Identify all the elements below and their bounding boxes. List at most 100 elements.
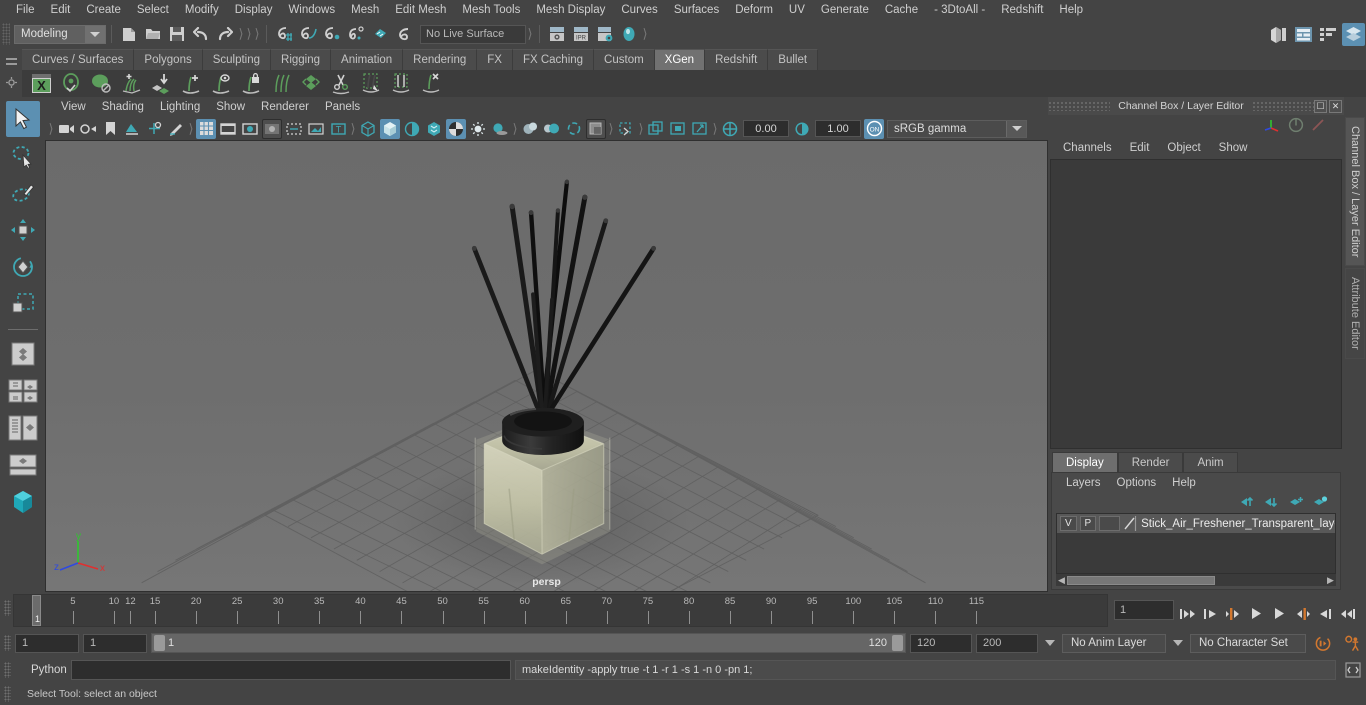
xgen-add-guide-icon[interactable]: [178, 71, 205, 97]
viewport-menu-panels[interactable]: Panels: [317, 101, 368, 113]
menu-set-selector[interactable]: Modeling: [14, 24, 106, 44]
close-icon[interactable]: ✕: [1329, 99, 1342, 113]
attribute-editor-icon[interactable]: [1292, 23, 1315, 46]
viewport-menu-shading[interactable]: Shading: [94, 101, 152, 113]
save-scene-icon[interactable]: [166, 23, 188, 45]
range-end-handle[interactable]: [892, 635, 903, 651]
layer-playback-toggle[interactable]: P: [1079, 516, 1097, 531]
isolate-select-icon[interactable]: [564, 119, 584, 139]
view-transform-icon[interactable]: [690, 119, 710, 139]
range-slider[interactable]: 1 120: [151, 633, 906, 653]
time-slider-grip[interactable]: [4, 600, 11, 616]
film-gate-icon[interactable]: [218, 119, 238, 139]
ipr-render-icon[interactable]: IPR: [570, 23, 592, 45]
go-to-start-icon[interactable]: [1178, 604, 1197, 623]
grid-toggle-icon[interactable]: [196, 118, 216, 139]
play-forwards-icon[interactable]: [1270, 604, 1289, 623]
scroll-left-arrow-icon[interactable]: ◀: [1056, 575, 1067, 586]
color-management-selector[interactable]: sRGB gamma: [887, 119, 1027, 138]
step-forward-frame-icon[interactable]: [1316, 604, 1335, 623]
range-start-handle[interactable]: [154, 635, 165, 651]
channel-box-menu-edit[interactable]: Edit: [1121, 142, 1159, 154]
snap-to-point-icon[interactable]: [321, 23, 343, 45]
bookmark-icon[interactable]: [100, 119, 120, 139]
auto-keyframe-icon[interactable]: [1314, 634, 1332, 652]
status-line-grip[interactable]: [2, 23, 10, 45]
go-to-end-icon[interactable]: [1339, 604, 1358, 623]
shelf-options-gear-icon[interactable]: [5, 76, 17, 88]
menu-item-deform[interactable]: Deform: [727, 0, 781, 20]
layer-name[interactable]: Stick_Air_Freshener_Transparent_laye: [1141, 518, 1335, 530]
menu-item-display[interactable]: Display: [227, 0, 281, 20]
animation-start-field[interactable]: 1: [15, 633, 79, 653]
new-layer-from-selected-icon[interactable]: [1313, 495, 1328, 511]
shelf-tab-animation[interactable]: Animation: [331, 49, 404, 70]
xgen-guide-icon[interactable]: [88, 71, 115, 97]
xgen-lock-guide-icon[interactable]: [238, 71, 265, 97]
layer-tab-anim[interactable]: Anim: [1183, 452, 1238, 472]
command-language-label[interactable]: Python: [15, 664, 67, 676]
lighting-icon[interactable]: [468, 119, 488, 139]
shelf-tab-sculpting[interactable]: Sculpting: [202, 49, 272, 70]
menu-item-redshift[interactable]: Redshift: [993, 0, 1051, 20]
four-pane-layout-icon[interactable]: [6, 373, 40, 409]
shelf-tab-xgen[interactable]: XGen: [654, 49, 706, 70]
range-start-field[interactable]: 1: [83, 633, 147, 653]
xgen-add-density-icon[interactable]: [118, 71, 145, 97]
layer-tab-display[interactable]: Display: [1052, 452, 1118, 472]
tool-settings-icon[interactable]: [1317, 23, 1340, 46]
menu-item-mesh[interactable]: Mesh: [343, 0, 387, 20]
two-d-pan-zoom-icon[interactable]: [144, 119, 164, 139]
xgen-noise-icon[interactable]: [388, 71, 415, 97]
xgen-sculpt-icon[interactable]: [358, 71, 385, 97]
shelf-tab-polygons[interactable]: Polygons: [134, 49, 203, 70]
persp-viewport[interactable]: persp y x z: [45, 140, 1048, 592]
animation-preferences-icon[interactable]: [1344, 634, 1362, 652]
command-line-grip[interactable]: [4, 662, 11, 678]
scroll-right-arrow-icon[interactable]: ▶: [1325, 575, 1336, 586]
camera-attributes-icon[interactable]: [78, 119, 98, 139]
side-tab-attribute-editor[interactable]: Attribute Editor: [1345, 268, 1365, 360]
exposure-field[interactable]: 0.00: [743, 120, 789, 137]
image-plane-icon[interactable]: [122, 119, 142, 139]
channel-box-content[interactable]: [1050, 159, 1342, 449]
xray-joints-icon[interactable]: [616, 119, 636, 139]
range-end-field[interactable]: 120: [910, 633, 972, 653]
resolution-gate-icon[interactable]: [240, 119, 260, 139]
command-input[interactable]: [71, 660, 511, 680]
channel-box-menu-show[interactable]: Show: [1210, 142, 1257, 154]
menu-item-surfaces[interactable]: Surfaces: [666, 0, 727, 20]
outliner-persp-layout-icon[interactable]: [6, 410, 40, 446]
anim-layer-dropdown-arrow-icon[interactable]: [1042, 634, 1058, 652]
menu-item-help[interactable]: Help: [1051, 0, 1091, 20]
current-frame-field[interactable]: 1: [1114, 600, 1174, 620]
help-line-grip[interactable]: [4, 686, 11, 702]
xgen-comb-icon[interactable]: [268, 71, 295, 97]
render-settings-icon[interactable]: [594, 23, 616, 45]
xray-icon[interactable]: [586, 118, 606, 139]
layer-color-swatch[interactable]: [1123, 516, 1139, 531]
screen-space-ao-icon[interactable]: [520, 119, 540, 139]
time-slider-playhead[interactable]: 1: [32, 595, 41, 626]
shelf-tab-fx-caching[interactable]: FX Caching: [512, 49, 595, 70]
shaded-wireframe-icon[interactable]: [402, 119, 422, 139]
channel-box-menu-object[interactable]: Object: [1158, 142, 1209, 154]
red-slash-icon[interactable]: [1310, 117, 1326, 136]
render-current-frame-icon[interactable]: [546, 23, 568, 45]
multisample-icon[interactable]: [446, 118, 466, 139]
menu-item-generate[interactable]: Generate: [813, 0, 877, 20]
shelf-tab-rendering[interactable]: Rendering: [403, 49, 478, 70]
exposure-icon[interactable]: [720, 119, 740, 139]
tear-off-view-icon[interactable]: [668, 119, 688, 139]
persp-graph-layout-icon[interactable]: [6, 447, 40, 483]
shelf-tab-bullet[interactable]: Bullet: [768, 49, 819, 70]
undock-icon[interactable]: ☐: [1314, 99, 1327, 113]
wireframe-icon[interactable]: [358, 119, 378, 139]
script-editor-icon[interactable]: [1344, 661, 1362, 679]
single-pane-layout-icon[interactable]: [6, 336, 40, 372]
menu-item-mesh-display[interactable]: Mesh Display: [528, 0, 613, 20]
menu-item-select[interactable]: Select: [129, 0, 177, 20]
menu-item-edit-mesh[interactable]: Edit Mesh: [387, 0, 454, 20]
layer-menu-options[interactable]: Options: [1109, 477, 1165, 489]
shelf-menu-icon[interactable]: [5, 57, 17, 65]
